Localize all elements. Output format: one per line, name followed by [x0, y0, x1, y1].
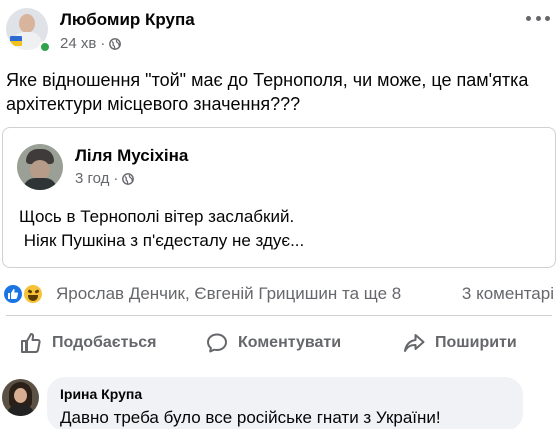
post-author-name[interactable]: Любомир Крупа — [60, 10, 195, 30]
share-button-label: Поширити — [435, 334, 517, 351]
post-header: Любомир Крупа 24 хв · — [6, 8, 551, 56]
shared-post-text: Щось в Тернополі вітер заслабкий. Ніяк П… — [19, 205, 304, 253]
comment-button[interactable]: Коментувати — [206, 325, 341, 361]
globe-icon — [109, 37, 122, 50]
thumbs-up-icon — [21, 333, 41, 353]
reaction-icons[interactable] — [2, 283, 48, 305]
post-timestamp[interactable]: 24 хв — [60, 35, 96, 52]
avatar-top — [7, 405, 34, 416]
avatar-head — [19, 14, 35, 33]
share-button[interactable]: Поширити — [403, 325, 517, 361]
avatar-coat — [23, 178, 57, 190]
post-actions: Подобається Коментувати Поширити — [0, 325, 558, 361]
reactions-row: Ярослав Денчик, Євгеній Грицишин та ще 8… — [2, 282, 556, 306]
reactors-summary[interactable]: Ярослав Денчик, Євгеній Грицишин та ще 8 — [56, 284, 401, 304]
divider — [6, 315, 552, 316]
shared-post-line: Щось в Тернополі вітер заслабкий. — [19, 207, 295, 226]
share-arrow-icon — [404, 334, 425, 352]
comment-text: Давно треба було все російське гнати з У… — [60, 408, 441, 427]
avatar-face — [30, 160, 50, 180]
comment-bubble-icon — [207, 333, 227, 353]
comment-bubble: Ірина Крупа Давно треба було все російсь… — [47, 377, 523, 429]
avatar-face — [14, 388, 27, 403]
commenter-name[interactable]: Ірина Крупа — [60, 386, 142, 402]
shared-author-name[interactable]: Ліля Мусіхіна — [75, 146, 188, 166]
online-status-icon — [39, 41, 51, 53]
post-meta: 24 хв · — [60, 35, 122, 52]
comment-button-label: Коментувати — [238, 334, 342, 351]
comment-item: Ірина Крупа Давно треба було все російсь… — [0, 375, 558, 429]
comment-count[interactable]: 3 коментарі — [462, 284, 554, 304]
like-reaction-icon — [2, 283, 24, 305]
shared-post-line: Ніяк Пушкіна з п'єдесталу не здує... — [19, 231, 305, 250]
haha-reaction-icon — [22, 283, 44, 305]
shared-author-avatar[interactable] — [17, 144, 63, 190]
shared-post-card[interactable]: Ліля Мусіхіна 3 год · Щось в Тернополі в… — [2, 127, 556, 268]
post-text: Яке відношення "той" має до Тернополя, ч… — [6, 70, 529, 114]
more-options-icon[interactable] — [526, 10, 550, 26]
commenter-avatar[interactable] — [2, 379, 39, 416]
ukraine-flag-icon — [10, 36, 22, 46]
shared-post-meta: 3 год · — [75, 170, 135, 187]
shared-post-timestamp[interactable]: 3 год — [75, 170, 109, 187]
like-button[interactable]: Подобається — [20, 325, 157, 361]
like-button-label: Подобається — [52, 334, 157, 351]
globe-icon — [122, 172, 135, 185]
